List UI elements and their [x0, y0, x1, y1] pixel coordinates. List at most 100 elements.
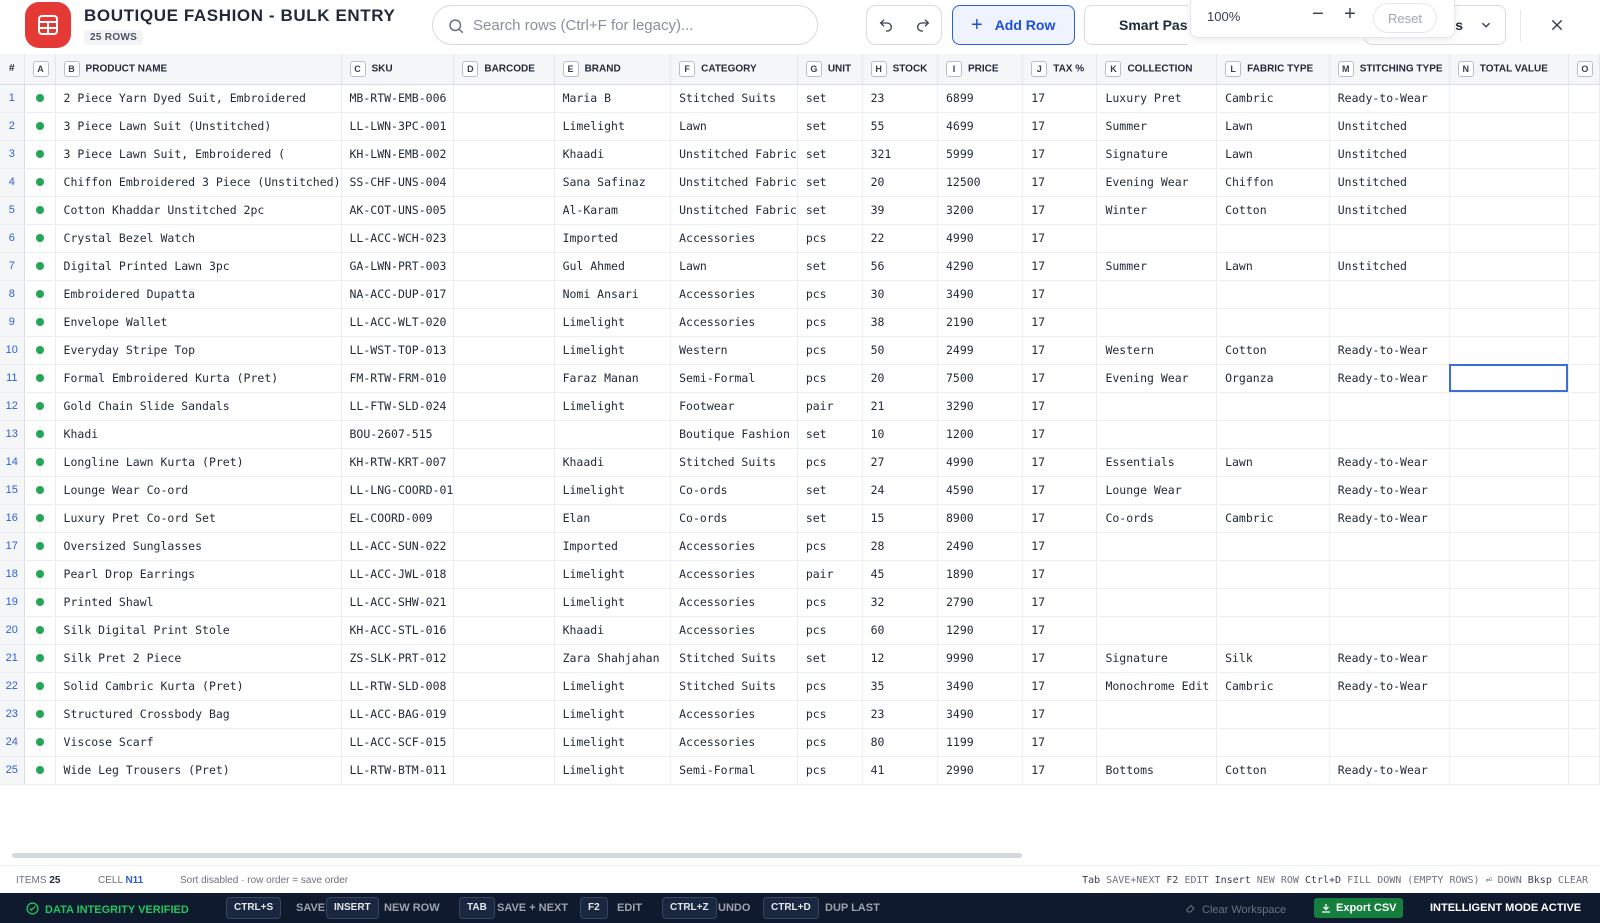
table-cell[interactable]: set	[797, 504, 863, 533]
table-cell[interactable]: Footwear	[670, 392, 798, 421]
table-cell[interactable]: 17	[1022, 672, 1098, 701]
table-cell[interactable]	[453, 168, 555, 197]
table-cell[interactable]: Limelight	[554, 728, 672, 757]
table-cell[interactable]: 27	[862, 448, 938, 477]
table-cell[interactable]: Khaadi	[554, 616, 672, 645]
table-cell[interactable]	[1449, 252, 1569, 281]
table-cell[interactable]: 17	[1022, 224, 1098, 253]
row-number[interactable]: 20	[0, 616, 25, 645]
table-cell[interactable]: 5999	[937, 140, 1024, 169]
table-cell[interactable]	[1329, 392, 1450, 421]
table-row[interactable]: 1 2 Piece Yarn Dyed Suit, Embroidered MB-R…	[0, 84, 1600, 113]
table-cell[interactable]: Semi-Formal	[670, 756, 798, 785]
table-cell[interactable]: Accessories	[670, 728, 798, 757]
table-cell[interactable]: Silk Pret 2 Piece	[55, 644, 342, 673]
table-cell[interactable]: Unstitched	[1329, 112, 1450, 141]
table-cell[interactable]: Signature	[1096, 644, 1218, 673]
table-cell[interactable]: Khaadi	[554, 140, 672, 169]
table-cell[interactable]: 41	[862, 756, 938, 785]
table-row[interactable]: 4 Chiffon Embroidered 3 Piece (Unstitched…	[0, 168, 1600, 197]
table-cell[interactable]: Accessories	[670, 532, 798, 561]
table-cell[interactable]	[1449, 728, 1569, 757]
table-cell[interactable]: KH-ACC-STL-016	[341, 616, 455, 645]
table-cell[interactable]: Unstitched Fabric	[670, 196, 798, 225]
table-cell[interactable]	[1096, 224, 1218, 253]
table-cell[interactable]	[1449, 168, 1569, 197]
table-cell[interactable]: LL-ACC-JWL-018	[341, 560, 455, 589]
table-cell[interactable]: Stitched Suits	[670, 448, 798, 477]
table-cell[interactable]	[1329, 420, 1450, 449]
table-cell[interactable]: Lawn	[1216, 252, 1330, 281]
table-cell[interactable]: pcs	[797, 728, 863, 757]
table-cell[interactable]: KH-LWN-EMB-002	[341, 140, 455, 169]
table-cell[interactable]	[1096, 420, 1218, 449]
table-cell[interactable]	[1449, 560, 1569, 589]
close-button[interactable]	[1544, 12, 1570, 38]
table-cell[interactable]	[1568, 196, 1600, 225]
table-cell[interactable]	[1568, 420, 1600, 449]
table-cell[interactable]	[453, 560, 555, 589]
row-number[interactable]: 21	[0, 644, 25, 673]
row-number[interactable]: 19	[0, 588, 25, 617]
table-cell[interactable]: Co-ords	[1096, 504, 1218, 533]
table-cell[interactable]: LL-ACC-SHW-021	[341, 588, 455, 617]
table-cell[interactable]: Elan	[554, 504, 672, 533]
table-cell[interactable]: LL-FTW-SLD-024	[341, 392, 455, 421]
table-cell[interactable]: 2490	[937, 532, 1024, 561]
table-cell[interactable]	[1568, 168, 1600, 197]
row-number[interactable]: 24	[0, 728, 25, 757]
table-cell[interactable]	[1216, 532, 1330, 561]
table-cell[interactable]	[1216, 308, 1330, 337]
table-cell[interactable]: set	[797, 168, 863, 197]
table-cell[interactable]: 23	[862, 700, 938, 729]
table-cell[interactable]: 17	[1022, 420, 1098, 449]
zoom-reset-button[interactable]: Reset	[1373, 3, 1437, 33]
table-cell[interactable]	[1096, 700, 1218, 729]
column-header[interactable]: F CATEGORY	[670, 54, 798, 85]
table-cell[interactable]: 35	[862, 672, 938, 701]
table-cell[interactable]: pcs	[797, 364, 863, 393]
table-cell[interactable]: set	[797, 140, 863, 169]
export-csv-button[interactable]: Export CSV	[1314, 898, 1403, 918]
table-cell[interactable]: pcs	[797, 672, 863, 701]
table-cell[interactable]	[453, 448, 555, 477]
table-cell[interactable]: set	[797, 644, 863, 673]
table-row[interactable]: 9 Envelope Wallet LL-ACC-WLT-020 Limelight A…	[0, 308, 1600, 337]
table-cell[interactable]: Organza	[1216, 364, 1330, 393]
table-cell[interactable]: NA-ACC-DUP-017	[341, 280, 455, 309]
table-cell[interactable]	[1568, 476, 1600, 505]
table-cell[interactable]: pcs	[797, 588, 863, 617]
table-cell[interactable]: Al-Karam	[554, 196, 672, 225]
table-cell[interactable]: Limelight	[554, 308, 672, 337]
table-cell[interactable]: 2499	[937, 336, 1024, 365]
table-cell[interactable]: Nomi Ansari	[554, 280, 672, 309]
row-number[interactable]: 23	[0, 700, 25, 729]
table-cell[interactable]: Accessories	[670, 280, 798, 309]
table-cell[interactable]: 17	[1022, 280, 1098, 309]
table-cell[interactable]: Embroidered Dupatta	[55, 280, 342, 309]
table-cell[interactable]: Oversized Sunglasses	[55, 532, 342, 561]
table-cell[interactable]: Unstitched Fabric	[670, 140, 798, 169]
table-cell[interactable]: Solid Cambric Kurta (Pret)	[55, 672, 342, 701]
column-header[interactable]: N TOTAL VALUE	[1449, 54, 1569, 85]
table-cell[interactable]	[1568, 84, 1600, 113]
table-cell[interactable]	[1096, 308, 1218, 337]
table-cell[interactable]	[1449, 140, 1569, 169]
column-header[interactable]: B PRODUCT NAME	[55, 54, 342, 85]
table-cell[interactable]: Viscose Scarf	[55, 728, 342, 757]
table-cell[interactable]	[453, 756, 555, 785]
table-cell[interactable]: Lawn	[1216, 112, 1330, 141]
table-cell[interactable]: Imported	[554, 532, 672, 561]
table-row[interactable]: 19 Printed Shawl LL-ACC-SHW-021 Limelight Ac…	[0, 588, 1600, 617]
table-cell[interactable]	[453, 84, 555, 113]
table-cell[interactable]: Unstitched	[1329, 140, 1450, 169]
table-cell[interactable]	[453, 280, 555, 309]
table-row[interactable]: 25 Wide Leg Trousers (Pret) LL-RTW-BTM-011…	[0, 756, 1600, 785]
row-number[interactable]: 2	[0, 112, 25, 141]
table-cell[interactable]: pair	[797, 560, 863, 589]
table-cell[interactable]: pair	[797, 392, 863, 421]
table-row[interactable]: 5 Cotton Khaddar Unstitched 2pc AK-COT-UNS…	[0, 196, 1600, 225]
table-cell[interactable]	[453, 672, 555, 701]
table-cell[interactable]	[1096, 560, 1218, 589]
table-cell[interactable]: Summer	[1096, 112, 1218, 141]
